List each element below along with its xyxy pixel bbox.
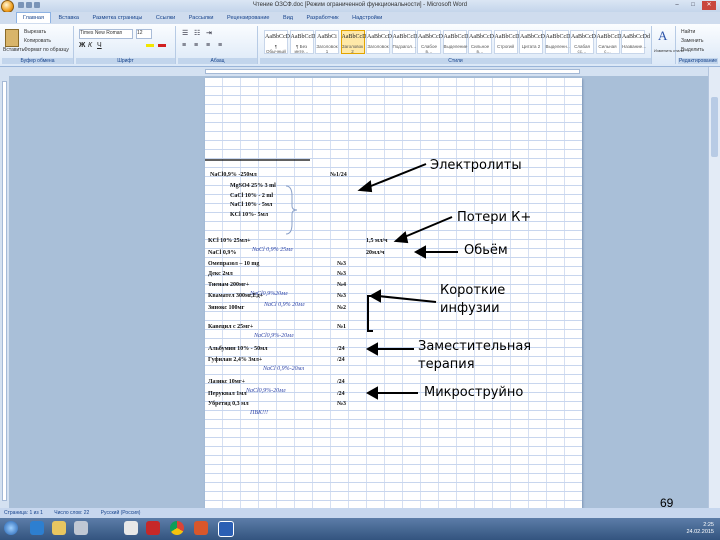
arrow-short-infusions-head [368,289,381,303]
clock-time: 2:25 [703,522,714,528]
annotation-volume: Обьём [464,243,508,258]
status-language[interactable]: Русский (Россия) [101,510,141,516]
taskbar: 2:25 24.02.2015 [0,518,720,540]
vertical-scrollbar[interactable] [708,67,720,508]
arrow-replacement-head [365,342,378,356]
scrollbar-thumb[interactable] [711,97,718,157]
arrow-electrolytes-head [357,180,373,193]
ie-icon[interactable] [30,521,44,535]
arrow-potassium [401,216,453,239]
arrow-short-infusions [377,295,437,303]
annotation-arrows [205,159,458,400]
app-icon[interactable] [124,521,138,535]
annotation-microjet: Микроструйно [424,385,524,400]
annotation-potassium-loss: Потери К+ [457,210,532,225]
status-page[interactable]: Страница: 1 из 1 [4,510,43,516]
bracket-mark [367,295,373,332]
start-button[interactable] [4,521,18,535]
taskbar-clock: 2:25 24.02.2015 [686,522,714,536]
annotation-short-infusions-2: инфузии [440,301,500,316]
arrow-microjet-head [365,386,378,400]
powerpoint-icon[interactable] [194,521,208,535]
pdf-icon[interactable] [146,521,160,535]
chrome-icon[interactable] [170,521,184,535]
word-icon[interactable] [218,521,234,537]
arrow-electrolytes [365,163,427,189]
annotation-replacement-1: Заместительная [418,339,532,354]
annotation-electrolytes: Электролиты [430,158,522,173]
arrow-volume-head [413,245,426,259]
status-bar: Страница: 1 из 1 Число слов: 22 Русский … [0,508,720,518]
brace-mark [285,185,298,235]
annotation-replacement-2: терапия [418,357,475,372]
clock-date: 24.02.2015 [686,529,714,535]
status-words[interactable]: Число слов: 22 [54,510,89,516]
arrow-potassium-head [393,231,409,244]
annotation-short-infusions-1: Короткие [440,283,506,298]
media-icon[interactable] [74,521,88,535]
explorer-icon[interactable] [52,521,66,535]
